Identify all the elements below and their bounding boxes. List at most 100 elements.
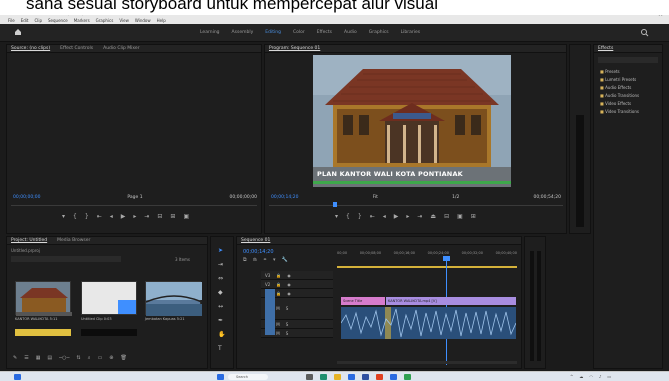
widgets-icon[interactable] <box>14 374 21 380</box>
effects-item-lumetri-presets[interactable]: ■ Lumetri Presets <box>600 77 639 82</box>
mute-icon[interactable]: M <box>276 306 279 311</box>
overwrite-icon[interactable]: ⊞ <box>170 213 175 220</box>
wifi-icon[interactable]: ◠ <box>589 374 593 379</box>
eye-icon[interactable]: ◉ <box>287 291 291 296</box>
cloud-icon[interactable]: ☁ <box>579 374 583 379</box>
eye-icon[interactable]: ◉ <box>287 273 291 278</box>
tab-source[interactable]: Source: (no clips) <box>11 45 50 52</box>
tab-effects[interactable]: Effects <box>598 45 613 52</box>
edge-icon[interactable] <box>320 374 327 380</box>
battery-icon[interactable]: ▭ <box>607 374 611 379</box>
timeline-timecode[interactable]: 00;00;14;20 <box>243 249 274 255</box>
tab-media-browser[interactable]: Media Browser <box>57 237 90 244</box>
timeline-clip-title[interactable]: Scene Title <box>341 297 385 305</box>
sort-icon[interactable]: ⇅ <box>77 355 81 361</box>
menu-graphics[interactable]: Graphics <box>96 17 114 24</box>
pen-tool-icon[interactable]: ✒ <box>218 317 225 324</box>
snap-icon[interactable]: ⋒ <box>253 257 257 263</box>
store-icon[interactable] <box>348 374 355 380</box>
tab-sequence[interactable]: Sequence 01 <box>241 237 270 244</box>
go-to-in-icon[interactable]: ⇤ <box>97 213 102 220</box>
slip-tool-icon[interactable]: ↔ <box>218 303 225 310</box>
menu-window[interactable]: Window <box>135 17 151 24</box>
step-back-icon[interactable]: ◂ <box>383 213 386 220</box>
chrome-icon[interactable] <box>404 374 411 380</box>
lock-icon[interactable]: 🔒 <box>276 282 281 287</box>
add-marker-icon[interactable]: ▾ <box>335 213 338 220</box>
eye-icon[interactable]: ◉ <box>287 282 291 287</box>
program-scrubber[interactable] <box>269 205 563 206</box>
audio-waveform-clip[interactable] <box>341 307 516 339</box>
start-icon[interactable] <box>217 374 224 380</box>
solo-icon[interactable]: S <box>286 331 289 336</box>
effects-item-presets[interactable]: ■ Presets <box>600 69 639 74</box>
hand-tool-icon[interactable]: ✋ <box>218 331 225 338</box>
effects-item-video-effects[interactable]: ■ Video Effects <box>600 101 639 106</box>
go-to-in-icon[interactable]: ⇤ <box>370 213 375 220</box>
linked-selection-icon[interactable]: ⚭ <box>263 257 267 263</box>
export-frame-icon[interactable]: ▣ <box>457 213 463 220</box>
effects-item-video-transitions[interactable]: ■ Video Transitions <box>600 109 639 114</box>
timeline-scrollbar[interactable] <box>337 361 517 364</box>
clear-icon[interactable]: 🗑 <box>121 355 127 361</box>
step-back-icon[interactable]: ◂ <box>110 213 113 220</box>
razor-tool-icon[interactable]: ◆ <box>218 289 225 296</box>
track-select-icon[interactable]: ⇥ <box>218 261 225 268</box>
automate-icon[interactable]: ⌕ <box>88 355 91 361</box>
tab-effect-controls[interactable]: Effect Controls <box>60 45 93 52</box>
menu-edit[interactable]: Edit <box>21 17 29 24</box>
mark-out-icon[interactable]: } <box>358 213 362 220</box>
add-marker-icon[interactable]: ▾ <box>62 213 65 220</box>
tab-program[interactable]: Program: Sequence 01 <box>269 45 320 52</box>
project-search-input[interactable] <box>11 256 121 262</box>
play-icon[interactable]: ▶ <box>121 213 126 220</box>
premiere-icon[interactable] <box>362 374 369 380</box>
menu-clip[interactable]: Clip <box>34 17 42 24</box>
timeline-ruler[interactable]: 00;00 00;00;08;00 00;00;16;00 00;00;24;0… <box>337 251 517 255</box>
workspace-libraries[interactable]: Libraries <box>401 30 420 35</box>
selection-tool-icon[interactable]: ➤ <box>218 247 225 254</box>
menu-file[interactable]: File <box>8 17 15 24</box>
program-zoom-select[interactable]: Fit <box>373 195 378 200</box>
workspace-effects[interactable]: Effects <box>317 30 332 35</box>
solo-icon[interactable]: S <box>286 322 289 327</box>
clip-thumbnail[interactable] <box>81 281 137 315</box>
zoom-slider[interactable]: ─○─ <box>59 355 69 361</box>
mute-icon[interactable]: M <box>276 331 279 336</box>
effects-item-audio-transitions[interactable]: ■ Audio Transitions <box>600 93 639 98</box>
taskbar-search[interactable]: Search <box>228 374 268 380</box>
insert-sequence-icon[interactable]: ⧉ <box>243 257 247 263</box>
step-forward-icon[interactable]: ▸ <box>406 213 409 220</box>
workspace-learning[interactable]: Learning <box>200 30 220 35</box>
wrench-icon[interactable]: 🔧 <box>282 257 288 263</box>
new-bin-icon[interactable]: ▭ <box>98 355 103 361</box>
app-icon[interactable] <box>376 374 383 380</box>
extract-icon[interactable]: ⊟ <box>444 213 449 220</box>
lift-icon[interactable]: ⏏ <box>430 213 436 220</box>
menu-view[interactable]: View <box>119 17 129 24</box>
workspace-color[interactable]: Color <box>293 30 305 35</box>
mark-in-icon[interactable]: { <box>73 213 77 220</box>
workspace-audio[interactable]: Audio <box>344 30 357 35</box>
menu-help[interactable]: Help <box>157 17 166 24</box>
home-icon[interactable] <box>14 28 22 36</box>
tab-audio-clip-mixer[interactable]: Audio Clip Mixer <box>103 45 139 52</box>
tab-project[interactable]: Project: Untitled <box>11 237 47 244</box>
menu-markers[interactable]: Markers <box>74 17 90 24</box>
clip-thumbnail[interactable] <box>15 281 72 316</box>
go-to-out-icon[interactable]: ⇥ <box>144 213 149 220</box>
pencil-icon[interactable]: ✎ <box>13 355 17 361</box>
track-header-v2[interactable]: V2 🔒 ◉ <box>261 280 333 289</box>
task-view-icon[interactable] <box>306 374 313 380</box>
insert-icon[interactable]: ⊟ <box>157 213 162 220</box>
workspace-editing[interactable]: Editing <box>265 30 281 35</box>
playhead-handle[interactable] <box>443 256 450 261</box>
program-timecode-in[interactable]: 00;00;14;20 <box>271 195 298 200</box>
solo-icon[interactable]: S <box>286 306 289 311</box>
lock-icon[interactable]: 🔒 <box>276 291 281 296</box>
ripple-edit-icon[interactable]: ⇔ <box>218 275 225 282</box>
menu-sequence[interactable]: Sequence <box>48 17 68 24</box>
timeline-clip-video[interactable]: KANTOR WALIKOTA.mp4 [V] <box>386 297 516 305</box>
freeform-view-icon[interactable]: ▤ <box>47 355 52 361</box>
source-patch-indicator[interactable] <box>265 289 275 335</box>
